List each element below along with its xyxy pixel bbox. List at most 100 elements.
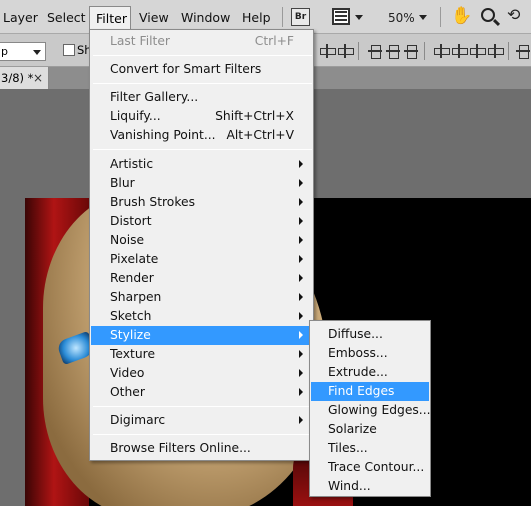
chevron-down-icon[interactable]	[33, 50, 41, 55]
hand-tool-icon[interactable]: ✋	[451, 6, 472, 26]
menu-item-filter-gallery[interactable]: Filter Gallery...	[91, 88, 312, 107]
menu-item-pixelate[interactable]: Pixelate	[91, 250, 312, 269]
menu-item-shortcut: Ctrl+F	[254, 34, 294, 48]
menu-view[interactable]: View	[139, 9, 169, 27]
menu-item-convert-smart-filters[interactable]: Convert for Smart Filters	[91, 60, 312, 79]
menu-separator	[93, 55, 312, 56]
submenu-arrow-icon	[299, 255, 303, 263]
zoom-dropdown-icon[interactable]	[419, 15, 427, 20]
submenu-arrow-icon	[299, 312, 303, 320]
zoom-tool-icon[interactable]	[481, 8, 495, 22]
submenu-item-diffuse[interactable]: Diffuse...	[311, 325, 429, 344]
menu-window[interactable]: Window	[181, 9, 230, 27]
submenu-item-label: Tiles...	[328, 441, 368, 455]
chevron-down-icon[interactable]	[355, 15, 363, 20]
menu-item-liquify[interactable]: Liquify... Shift+Ctrl+X	[91, 107, 312, 126]
menubar-divider	[282, 7, 283, 27]
submenu-arrow-icon	[299, 350, 303, 358]
menu-item-texture[interactable]: Texture	[91, 345, 312, 364]
menu-item-label: Digimarc	[110, 413, 166, 427]
bridge-icon[interactable]: Br	[291, 8, 310, 26]
submenu-item-glowing-edges[interactable]: Glowing Edges...	[311, 401, 431, 420]
options-divider	[424, 42, 425, 60]
menubar-divider	[440, 7, 441, 27]
submenu-item-tiles[interactable]: Tiles...	[311, 439, 429, 458]
menu-filter[interactable]: Filter	[89, 6, 131, 29]
submenu-item-label: Glowing Edges...	[328, 403, 431, 417]
menu-select[interactable]: Select	[47, 9, 86, 27]
submenu-item-find-edges[interactable]: Find Edges	[311, 382, 429, 401]
submenu-arrow-icon	[299, 293, 303, 301]
menu-item-sharpen[interactable]: Sharpen	[91, 288, 312, 307]
distribute-width-icon[interactable]	[488, 44, 504, 58]
menu-item-artistic[interactable]: Artistic	[91, 155, 312, 174]
auto-align-icon[interactable]	[516, 44, 530, 59]
menu-item-label: Convert for Smart Filters	[110, 62, 262, 76]
menu-item-label: Vanishing Point...	[110, 128, 216, 142]
menu-item-sketch[interactable]: Sketch	[91, 307, 312, 326]
submenu-item-label: Trace Contour...	[328, 460, 425, 474]
menu-item-label: Other	[110, 385, 145, 399]
menu-item-digimarc[interactable]: Digimarc	[91, 411, 312, 430]
submenu-arrow-icon	[299, 198, 303, 206]
close-icon[interactable]: ×	[33, 72, 43, 84]
zoom-level[interactable]: 50%	[388, 9, 415, 27]
submenu-arrow-icon	[299, 217, 303, 225]
submenu-item-emboss[interactable]: Emboss...	[311, 344, 429, 363]
menu-help[interactable]: Help	[242, 9, 271, 27]
submenu-item-solarize[interactable]: Solarize	[311, 420, 429, 439]
menu-item-label: Video	[110, 366, 145, 380]
distribute-middle-icon[interactable]	[386, 44, 400, 59]
menu-item-shortcut: Alt+Ctrl+V	[226, 128, 294, 142]
show-transform-checkbox[interactable]	[63, 44, 75, 56]
options-divider	[358, 42, 359, 60]
menu-item-video[interactable]: Video	[91, 364, 312, 383]
menu-item-label: Render	[110, 271, 154, 285]
menu-item-label: Distort	[110, 214, 152, 228]
menu-item-label: Browse Filters Online...	[110, 441, 251, 455]
menu-item-label: Texture	[110, 347, 156, 361]
menu-item-blur[interactable]: Blur	[91, 174, 312, 193]
menu-item-browse-filters-online[interactable]: Browse Filters Online...	[91, 439, 312, 458]
distribute-hcenter-icon[interactable]	[452, 44, 468, 58]
menu-separator	[93, 434, 312, 435]
menu-item-other[interactable]: Other	[91, 383, 312, 402]
submenu-item-label: Emboss...	[328, 346, 388, 360]
submenu-arrow-icon	[299, 416, 303, 424]
menu-item-label: Noise	[110, 233, 145, 247]
menu-item-last-filter[interactable]: Last Filter Ctrl+F	[91, 32, 312, 51]
menu-item-label: Pixelate	[110, 252, 159, 266]
submenu-item-extrude[interactable]: Extrude...	[311, 363, 429, 382]
submenu-item-wind[interactable]: Wind...	[311, 477, 429, 496]
menu-item-label: Liquify...	[110, 109, 161, 123]
submenu-arrow-icon	[299, 179, 303, 187]
menu-item-distort[interactable]: Distort	[91, 212, 312, 231]
menu-item-brush-strokes[interactable]: Brush Strokes	[91, 193, 312, 212]
options-divider	[508, 42, 509, 60]
menu-item-render[interactable]: Render	[91, 269, 312, 288]
align-left-icon[interactable]	[320, 44, 336, 58]
submenu-item-label: Extrude...	[328, 365, 388, 379]
menu-item-noise[interactable]: Noise	[91, 231, 312, 250]
distribute-top-icon[interactable]	[368, 44, 382, 59]
menu-separator	[93, 149, 312, 150]
submenu-arrow-icon	[299, 274, 303, 282]
align-center-icon[interactable]	[338, 44, 354, 58]
menu-item-label: Artistic	[110, 157, 154, 171]
submenu-arrow-icon	[299, 388, 303, 396]
stylize-submenu: Diffuse... Emboss... Extrude... Find Edg…	[309, 320, 431, 497]
menu-layer[interactable]: Layer	[3, 9, 38, 27]
submenu-item-trace-contour[interactable]: Trace Contour...	[311, 458, 429, 477]
menu-item-vanishing-point[interactable]: Vanishing Point... Alt+Ctrl+V	[91, 126, 312, 145]
menu-item-label: Filter Gallery...	[110, 90, 199, 104]
menu-item-stylize[interactable]: Stylize	[91, 326, 312, 345]
menu-item-label: Sketch	[110, 309, 152, 323]
distribute-right-icon[interactable]	[470, 44, 486, 58]
document-tab[interactable]: 3/8) * ×	[0, 67, 49, 89]
menu-item-label: Sharpen	[110, 290, 162, 304]
screen-mode-icon[interactable]	[332, 8, 350, 25]
distribute-left-icon[interactable]	[434, 44, 450, 58]
distribute-bottom-icon[interactable]	[404, 44, 418, 59]
rotate-view-icon[interactable]: ⟲	[507, 5, 520, 25]
submenu-item-label: Diffuse...	[328, 327, 383, 341]
